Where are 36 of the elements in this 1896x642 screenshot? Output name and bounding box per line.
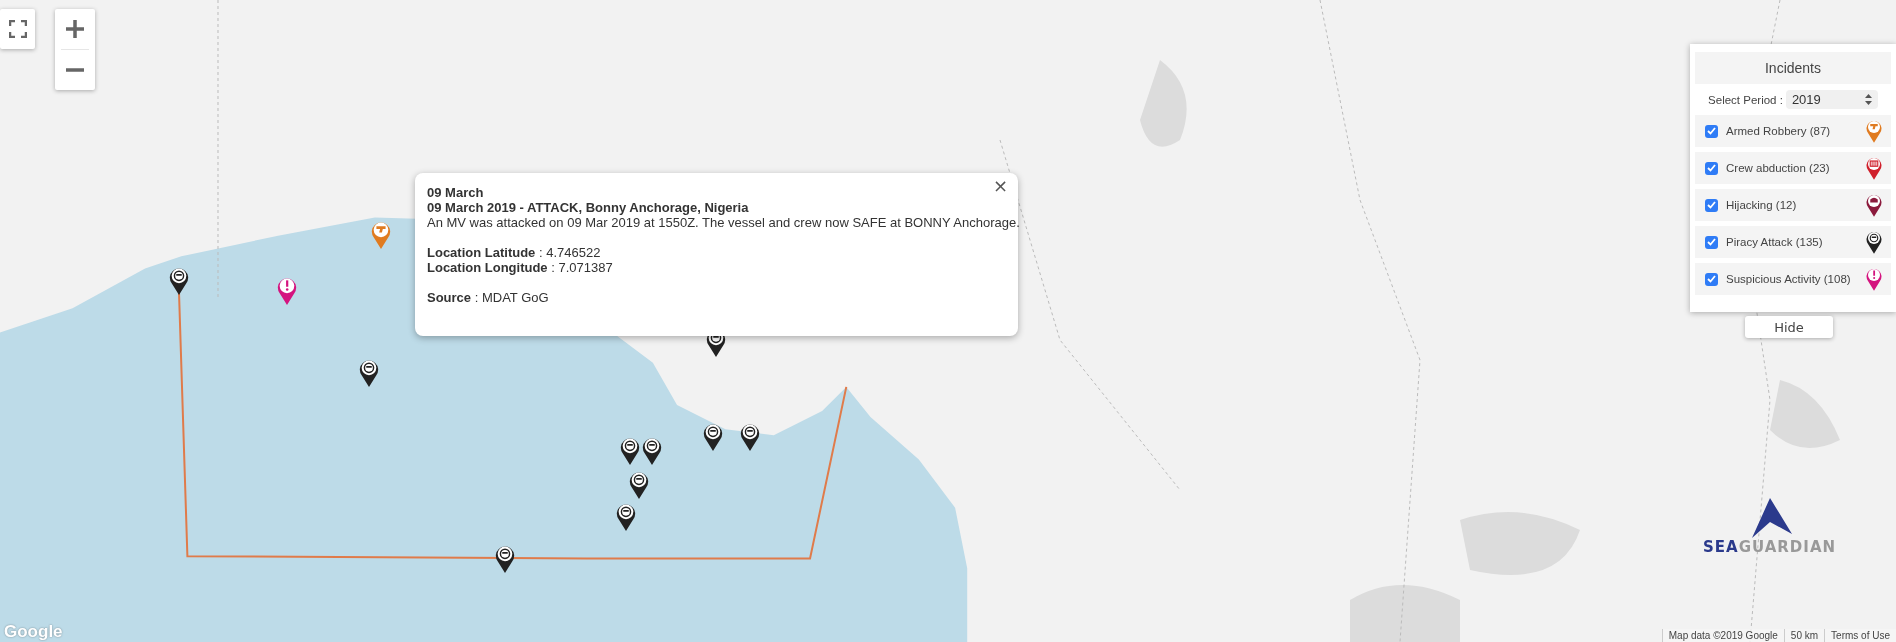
hide-button[interactable]: Hide xyxy=(1745,316,1833,338)
map-attribution[interactable]: Map data ©2019 Google xyxy=(1661,629,1784,642)
checkbox[interactable] xyxy=(1705,272,1718,286)
logo: SEAGUARDIAN xyxy=(1703,498,1837,556)
legend-label: Suspicious Activity (108) xyxy=(1726,273,1852,285)
popup-title: 09 March xyxy=(427,185,484,200)
legend-title: Incidents xyxy=(1695,52,1891,84)
map-attribution[interactable]: Terms of Use xyxy=(1824,629,1896,642)
legend-label: Hijacking (12) xyxy=(1726,199,1798,211)
legend-item[interactable]: Armed Robbery (87) xyxy=(1695,115,1891,147)
checkbox[interactable] xyxy=(1705,198,1718,212)
period-label: Select Period : xyxy=(1708,93,1783,106)
fullscreen-button[interactable] xyxy=(0,9,35,49)
popup-field: Source : MDAT GoG xyxy=(427,290,549,305)
legend-item[interactable]: Hijacking (12) xyxy=(1695,189,1891,221)
fullscreen-icon xyxy=(8,20,27,38)
minus-icon xyxy=(66,68,84,72)
spinner-icon xyxy=(1864,94,1872,105)
legend-item[interactable]: Piracy Attack (135) xyxy=(1695,226,1891,258)
legend-label: Armed Robbery (87) xyxy=(1726,125,1832,137)
legend-label: Crew abduction (23) xyxy=(1726,162,1831,174)
close-button[interactable]: × xyxy=(988,175,1012,196)
checkbox[interactable] xyxy=(1705,161,1718,175)
period-select[interactable]: 2019 xyxy=(1785,90,1878,109)
map-attribution[interactable]: 50 km xyxy=(1783,629,1825,642)
popup-description: An MV was attacked on 09 Mar 2019 at 1550Z. The vessel and crew now SAFE at BONNY Anchorage. xyxy=(427,215,1020,230)
map-brand: Google xyxy=(4,622,63,642)
popup-field: Location Longitude : 7.071387 xyxy=(427,260,613,275)
checkbox[interactable] xyxy=(1705,124,1718,138)
legend-item[interactable]: Crew abduction (23) xyxy=(1695,152,1891,184)
legend-item[interactable]: Suspicious Activity (108) xyxy=(1695,263,1891,295)
popup-headline: 09 March 2019 - ATTACK, Bonny Anchorage, Nigeria xyxy=(427,200,749,215)
legend-label: Piracy Attack (135) xyxy=(1726,236,1824,248)
checkbox[interactable] xyxy=(1705,235,1718,249)
plus-icon xyxy=(66,20,84,38)
popup-field: Location Latitude : 4.746522 xyxy=(427,245,601,260)
